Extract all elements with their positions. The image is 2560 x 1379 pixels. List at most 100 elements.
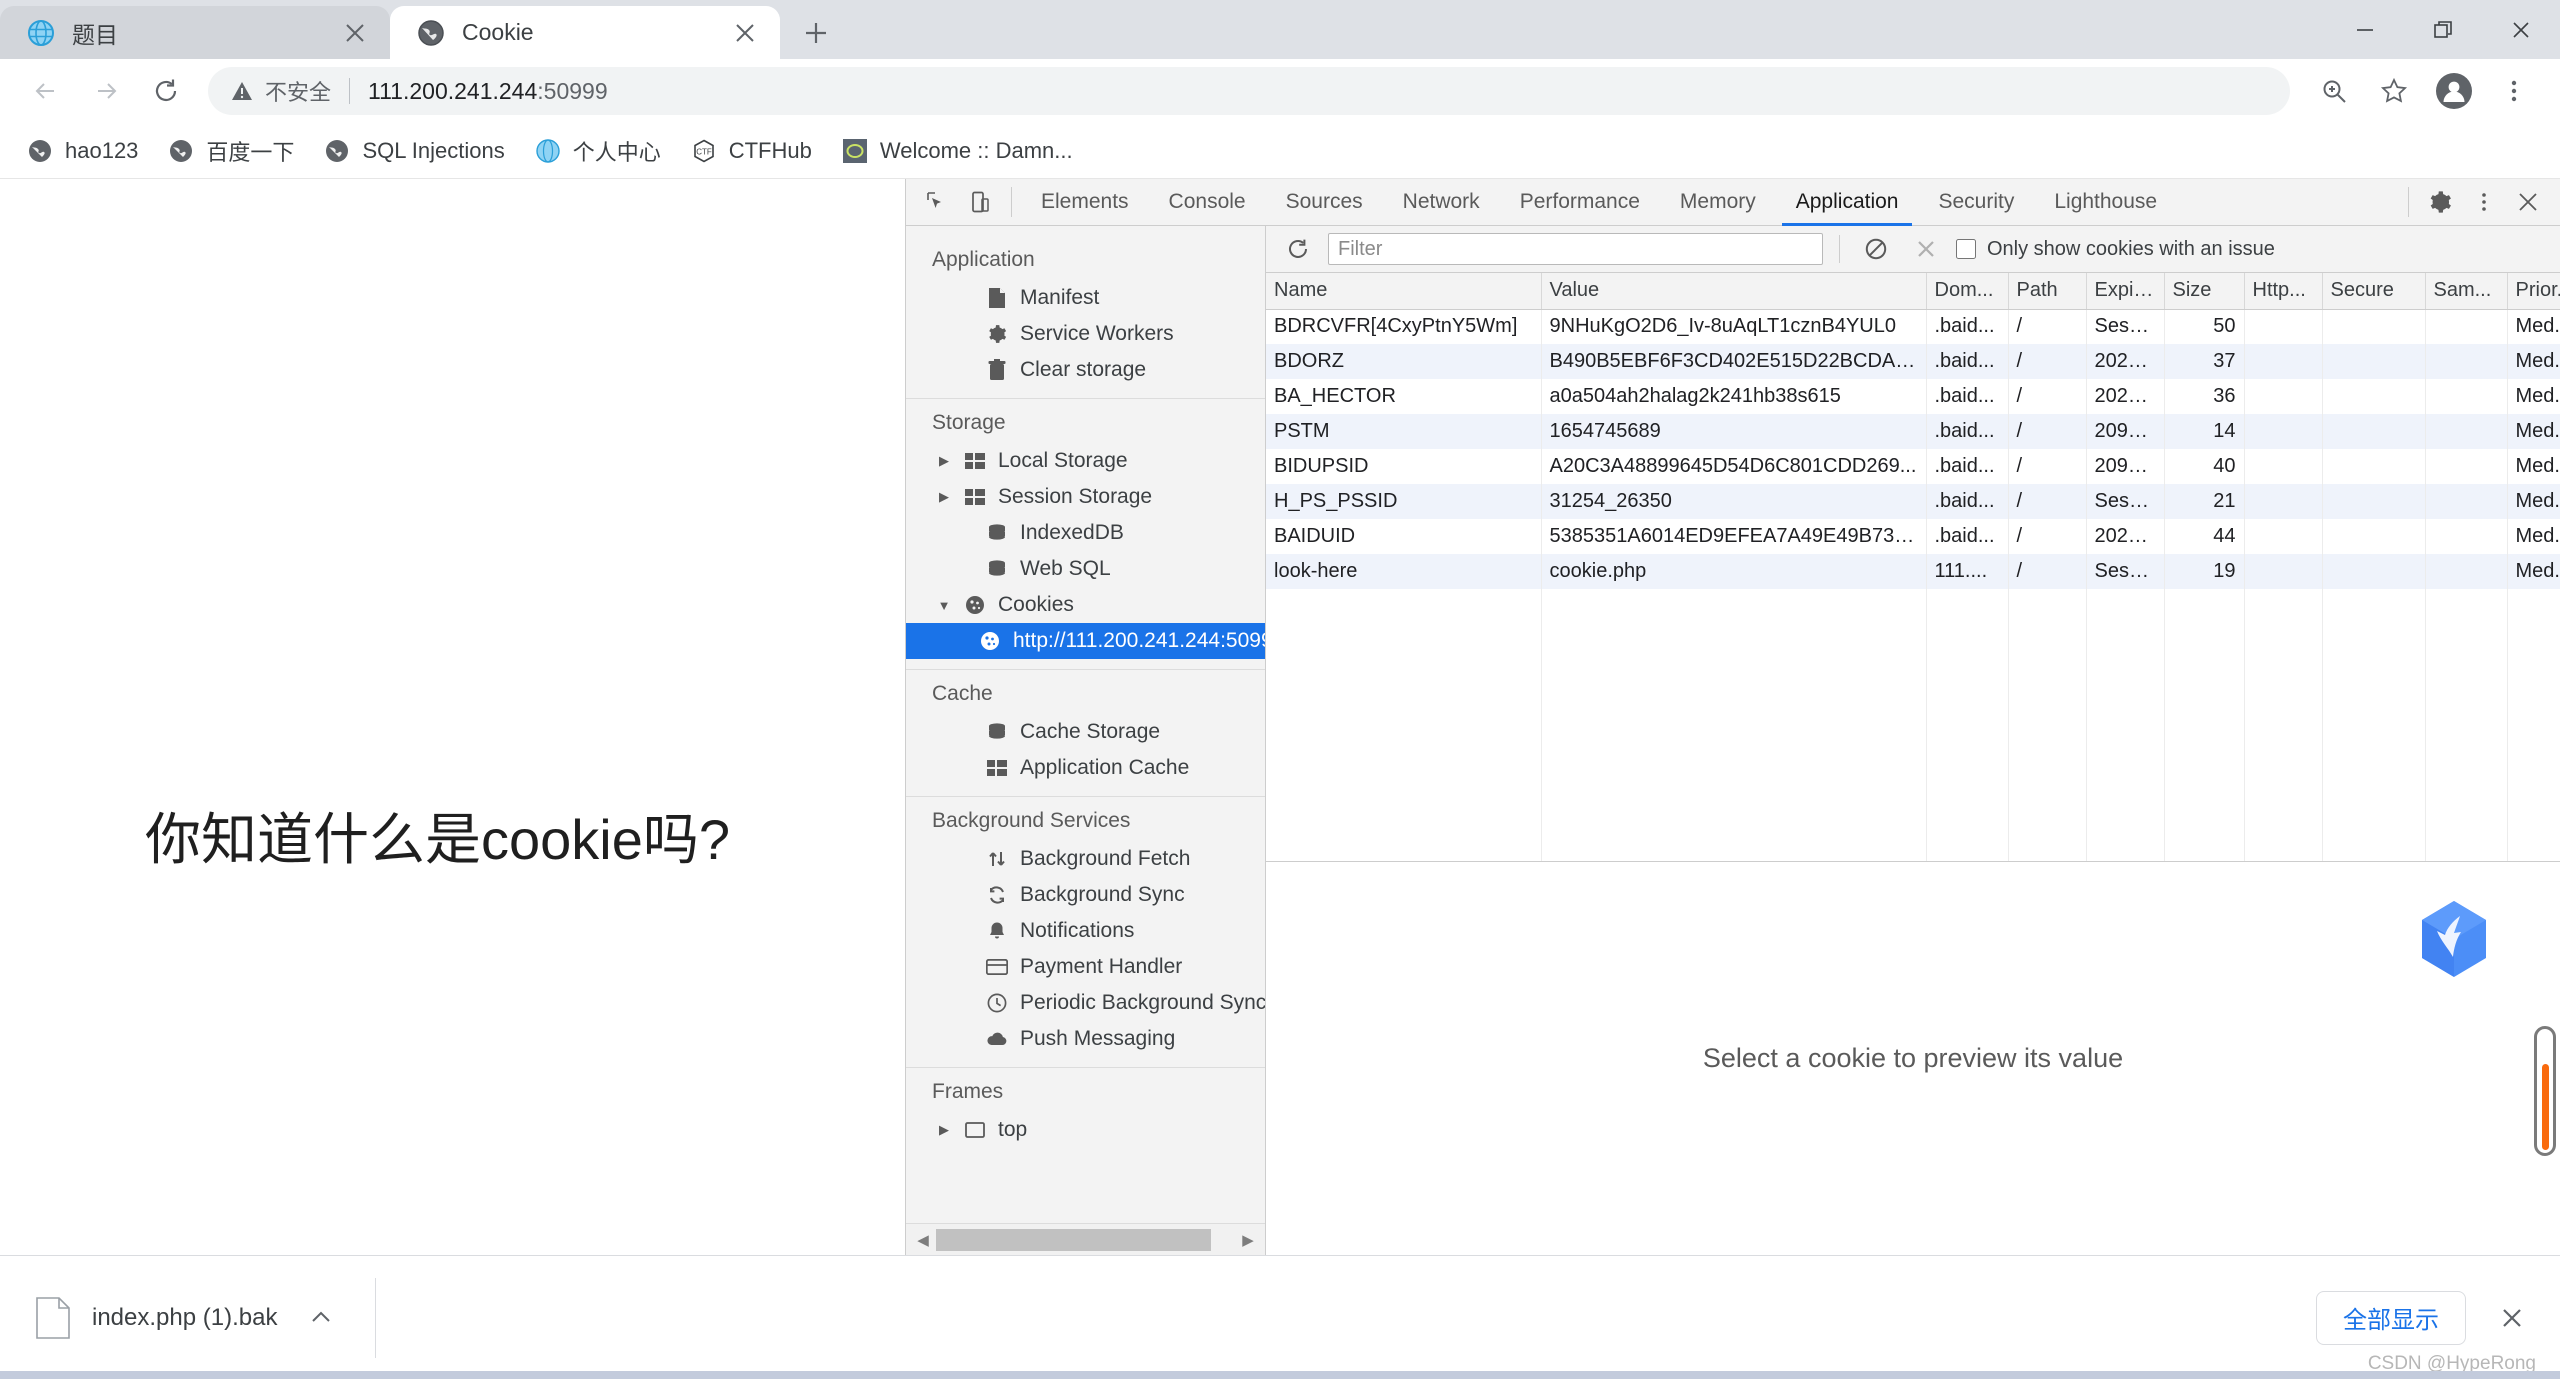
column-header-priority[interactable]: Prior... (2507, 273, 2560, 309)
new-tab-button[interactable] (788, 9, 844, 57)
bookmark-sql-injections[interactable]: SQL Injections (311, 129, 517, 173)
sidebar-item-session-storage[interactable]: ▶ Session Storage (906, 479, 1265, 515)
table-row[interactable]: BDRCVFR[4CxyPtnY5Wm] 9NHuKgO2D6_Iv-8uAqL… (1266, 309, 2560, 344)
filter-input[interactable] (1328, 233, 1823, 265)
device-toolbar-icon[interactable] (958, 181, 1002, 223)
sidebar-item-clear-storage[interactable]: Clear storage (906, 352, 1265, 388)
inspect-element-icon[interactable] (914, 181, 958, 223)
sidebar-item-cookie-origin[interactable]: http://111.200.241.244:50999 (906, 623, 1265, 659)
tab-network[interactable]: Network (1383, 179, 1500, 226)
sidebar-item-top-frame[interactable]: ▶ top (906, 1112, 1265, 1148)
scroll-left-arrow-icon[interactable]: ◀ (910, 1231, 936, 1249)
chevron-down-icon[interactable]: ▼ (936, 598, 952, 613)
minimize-icon[interactable] (2326, 0, 2404, 59)
chevron-right-icon[interactable]: ▶ (936, 1122, 952, 1138)
column-header-samesite[interactable]: Sam... (2425, 273, 2507, 309)
close-icon[interactable] (1906, 230, 1946, 268)
zoom-in-icon[interactable] (2306, 63, 2362, 119)
column-header-value[interactable]: Value (1541, 273, 1926, 309)
block-icon[interactable] (1856, 230, 1896, 268)
scrollbar-track[interactable] (936, 1229, 1235, 1251)
chevron-right-icon[interactable]: ▶ (936, 453, 952, 469)
vertical-scroll-marker[interactable] (2534, 1026, 2556, 1156)
avatar[interactable] (2426, 63, 2482, 119)
sidebar-item-push-messaging[interactable]: Push Messaging (906, 1021, 1265, 1057)
sidebar-horizontal-scrollbar[interactable]: ◀ ▶ (906, 1223, 1265, 1255)
sidebar-item-notifications[interactable]: Notifications (906, 913, 1265, 949)
reload-icon[interactable] (138, 63, 194, 119)
sidebar-item-local-storage[interactable]: ▶ Local Storage (906, 443, 1265, 479)
sidebar-item-manifest[interactable]: Manifest (906, 280, 1265, 316)
close-icon[interactable] (2506, 181, 2550, 223)
show-all-downloads-button[interactable]: 全部显示 (2316, 1291, 2466, 1345)
omnibox[interactable]: 不安全 111.200.241.244:50999 (208, 67, 2290, 115)
browser-tab-1[interactable]: Cookie (390, 6, 780, 59)
column-header-domain[interactable]: Dom... (1926, 273, 2008, 309)
table-row[interactable]: PSTM 1654745689 .baid... / 2090... 14 Me… (1266, 414, 2560, 449)
browser-tab-0[interactable]: 题目 (0, 6, 390, 59)
tab-lighthouse[interactable]: Lighthouse (2034, 179, 2177, 226)
bookmark-ctfhub[interactable]: CTF CTFHub (678, 129, 825, 173)
tab-performance[interactable]: Performance (1500, 179, 1660, 226)
column-header-expires[interactable]: Expir... (2086, 273, 2164, 309)
bookmark-hao123[interactable]: hao123 (14, 129, 151, 173)
table-row[interactable]: BAIDUID 5385351A6014ED9EFEA7A49E49B735..… (1266, 519, 2560, 554)
chevron-up-icon[interactable] (299, 1296, 343, 1340)
close-icon[interactable] (728, 16, 762, 50)
star-icon[interactable] (2366, 63, 2422, 119)
sidebar-item-payment-handler[interactable]: Payment Handler (906, 949, 1265, 985)
tab-console[interactable]: Console (1149, 179, 1266, 226)
forward-arrow-icon[interactable] (78, 63, 134, 119)
bookmark-personal-center[interactable]: 个人中心 (522, 129, 674, 173)
tab-sources[interactable]: Sources (1266, 179, 1383, 226)
cell-priority: Med... (2507, 379, 2560, 414)
close-icon[interactable] (2482, 0, 2560, 59)
sidebar-item-periodic-background-sync[interactable]: Periodic Background Sync (906, 985, 1265, 1021)
tab-application[interactable]: Application (1776, 179, 1919, 226)
cell-value: A20C3A48899645D54D6C801CDD269... (1541, 449, 1926, 484)
sidebar-item-service-workers[interactable]: Service Workers (906, 316, 1265, 352)
column-header-path[interactable]: Path (2008, 273, 2086, 309)
chevron-right-icon[interactable]: ▶ (936, 489, 952, 505)
close-icon[interactable] (338, 16, 372, 50)
column-header-name[interactable]: Name (1266, 273, 1541, 309)
sidebar-item-web-sql[interactable]: Web SQL (906, 551, 1265, 587)
column-header-size[interactable]: Size (2164, 273, 2244, 309)
cookies-table-container[interactable]: Name Value Dom... Path Expir... Size Htt… (1266, 273, 2560, 861)
sidebar-item-indexeddb[interactable]: IndexedDB (906, 515, 1265, 551)
table-row[interactable]: BDORZ B490B5EBF6F3CD402E515D22BCDA1... .… (1266, 344, 2560, 379)
only-issues-checkbox-input[interactable] (1956, 239, 1976, 259)
bookmark-dvwa[interactable]: Welcome :: Damn... (829, 129, 1086, 173)
security-warning[interactable]: 不安全 (230, 75, 331, 107)
refresh-icon[interactable] (1278, 230, 1318, 268)
sidebar-item-cache-storage[interactable]: Cache Storage (906, 714, 1265, 750)
download-item[interactable]: index.php (1).bak (22, 1280, 357, 1356)
url-text: 111.200.241.244:50999 (368, 78, 608, 105)
table-row[interactable]: BA_HECTOR a0a504ah2halag2k241hb38s615 .b… (1266, 379, 2560, 414)
restore-icon[interactable] (2404, 0, 2482, 59)
download-shelf: index.php (1).bak 全部显示 CSDN @HypeRong (0, 1255, 2560, 1379)
sidebar-item-background-sync[interactable]: Background Sync (906, 877, 1265, 913)
sidebar-item-cookies[interactable]: ▼ Cookies (906, 587, 1265, 623)
sidebar-item-application-cache[interactable]: Application Cache (906, 750, 1265, 786)
three-dots-vertical-icon[interactable] (2486, 63, 2542, 119)
sidebar-item-background-fetch[interactable]: Background Fetch (906, 841, 1265, 877)
tab-elements[interactable]: Elements (1021, 179, 1149, 226)
column-header-secure[interactable]: Secure (2322, 273, 2425, 309)
table-row[interactable]: H_PS_PSSID 31254_26350 .baid... / Sessi.… (1266, 484, 2560, 519)
tab-memory[interactable]: Memory (1660, 179, 1776, 226)
gear-icon[interactable] (2418, 181, 2462, 223)
tab-security[interactable]: Security (1918, 179, 2034, 226)
three-dots-vertical-icon[interactable] (2462, 181, 2506, 223)
cell-samesite (2425, 344, 2507, 379)
scrollbar-thumb[interactable] (936, 1229, 1211, 1251)
only-issues-checkbox[interactable]: Only show cookies with an issue (1956, 238, 2275, 261)
bookmark-baidu[interactable]: 百度一下 (155, 129, 307, 173)
table-row[interactable]: BIDUPSID A20C3A48899645D54D6C801CDD269..… (1266, 449, 2560, 484)
column-header-httponly[interactable]: Http... (2244, 273, 2322, 309)
scroll-right-arrow-icon[interactable]: ▶ (1235, 1231, 1261, 1249)
table-row[interactable]: look-here cookie.php 111.... / Sessi... … (1266, 554, 2560, 589)
back-arrow-icon[interactable] (18, 63, 74, 119)
sidebar-item-label: IndexedDB (1020, 521, 1124, 545)
close-icon[interactable] (2486, 1292, 2538, 1344)
